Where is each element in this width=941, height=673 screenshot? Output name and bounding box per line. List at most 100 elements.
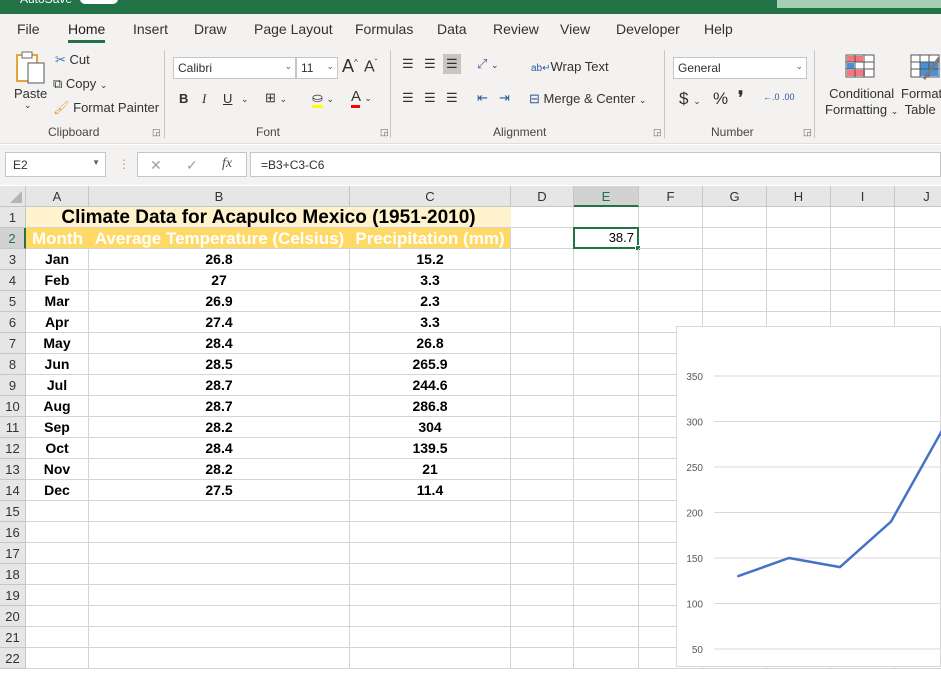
column-header-h[interactable]: H: [767, 186, 831, 207]
data-cell[interactable]: 3.3: [350, 270, 511, 291]
increase-indent-button[interactable]: ⇥: [499, 90, 510, 106]
data-cell[interactable]: Jul: [26, 375, 89, 396]
cell-e14[interactable]: [574, 480, 639, 501]
data-cell[interactable]: 28.2: [89, 459, 350, 480]
underline-button[interactable]: U: [223, 91, 232, 106]
cell-d8[interactable]: [511, 354, 574, 375]
cell-c21[interactable]: [350, 627, 511, 648]
percent-button[interactable]: %: [713, 89, 728, 109]
cell-e4[interactable]: [574, 270, 639, 291]
wrap-text-button[interactable]: ab↵Wrap Text: [531, 59, 609, 74]
cell-h2[interactable]: [767, 228, 831, 249]
cell-e1[interactable]: [574, 207, 639, 228]
cell-f3[interactable]: [639, 249, 703, 270]
data-cell[interactable]: 28.7: [89, 375, 350, 396]
cell-d18[interactable]: [511, 564, 574, 585]
number-format-combo[interactable]: General ⌄: [673, 57, 807, 79]
cell-e15[interactable]: [574, 501, 639, 522]
increase-font-size-button[interactable]: A^: [342, 56, 358, 77]
borders-button[interactable]: ⊞ ⌄: [265, 90, 287, 106]
cell-j3[interactable]: [895, 249, 941, 270]
cell-d4[interactable]: [511, 270, 574, 291]
tab-draw[interactable]: Draw: [194, 21, 227, 37]
cell-d11[interactable]: [511, 417, 574, 438]
cell-d13[interactable]: [511, 459, 574, 480]
cell-b19[interactable]: [89, 585, 350, 606]
name-box[interactable]: E2 ▼: [5, 152, 106, 177]
increase-decimal-button[interactable]: ←.0 .00: [763, 92, 795, 102]
top-align-button[interactable]: ☰: [402, 56, 414, 72]
cell-b20[interactable]: [89, 606, 350, 627]
cell-a17[interactable]: [26, 543, 89, 564]
data-cell[interactable]: Mar: [26, 291, 89, 312]
cell-a22[interactable]: [26, 648, 89, 669]
cell-e7[interactable]: [574, 333, 639, 354]
row-header-3[interactable]: 3: [0, 249, 26, 270]
alignment-launcher-icon[interactable]: ◲: [653, 127, 662, 138]
row-header-21[interactable]: 21: [0, 627, 26, 648]
cell-e5[interactable]: [574, 291, 639, 312]
row-header-7[interactable]: 7: [0, 333, 26, 354]
cancel-icon[interactable]: ✕: [150, 157, 162, 174]
data-point[interactable]: [839, 566, 841, 569]
data-cell[interactable]: 11.4: [350, 480, 511, 501]
cell-h4[interactable]: [767, 270, 831, 291]
align-left-button[interactable]: ☰: [402, 90, 414, 106]
cell-d1[interactable]: [511, 207, 574, 228]
data-cell[interactable]: 28.4: [89, 438, 350, 459]
data-cell[interactable]: Apr: [26, 312, 89, 333]
cell-d22[interactable]: [511, 648, 574, 669]
bottom-align-button[interactable]: ☰: [443, 54, 461, 74]
data-cell[interactable]: Feb: [26, 270, 89, 291]
row-header-19[interactable]: 19: [0, 585, 26, 606]
data-cell[interactable]: Jun: [26, 354, 89, 375]
font-color-button[interactable]: A ⌄: [351, 88, 372, 108]
cell-h3[interactable]: [767, 249, 831, 270]
column-header-e[interactable]: E: [574, 186, 639, 207]
cell-d2[interactable]: [511, 228, 574, 249]
row-header-9[interactable]: 9: [0, 375, 26, 396]
formula-input[interactable]: =B3+C3-C6: [250, 152, 941, 177]
align-center-button[interactable]: ☰: [424, 90, 436, 106]
fill-color-button[interactable]: ⛀ ⌄: [312, 90, 334, 108]
column-header-j[interactable]: J: [895, 186, 941, 207]
data-cell[interactable]: 244.6: [350, 375, 511, 396]
cell-b15[interactable]: [89, 501, 350, 522]
cell-i3[interactable]: [831, 249, 895, 270]
copy-button[interactable]: ⧉ Copy ⌄: [53, 76, 107, 92]
cell-e22[interactable]: [574, 648, 639, 669]
tab-file[interactable]: File: [17, 21, 40, 37]
cell-j2[interactable]: [895, 228, 941, 249]
row-header-16[interactable]: 16: [0, 522, 26, 543]
tab-data[interactable]: Data: [437, 21, 467, 37]
cell-e10[interactable]: [574, 396, 639, 417]
data-cell[interactable]: 21: [350, 459, 511, 480]
row-header-4[interactable]: 4: [0, 270, 26, 291]
drag-handle-icon[interactable]: ⋮: [118, 157, 130, 171]
row-header-17[interactable]: 17: [0, 543, 26, 564]
row-header-10[interactable]: 10: [0, 396, 26, 417]
row-header-20[interactable]: 20: [0, 606, 26, 627]
column-title-2[interactable]: Average Temperature (Celsius): [89, 228, 350, 249]
data-cell[interactable]: 28.2: [89, 417, 350, 438]
decrease-indent-button[interactable]: ⇤: [477, 90, 488, 106]
cell-d12[interactable]: [511, 438, 574, 459]
cell-e20[interactable]: [574, 606, 639, 627]
cell-c17[interactable]: [350, 543, 511, 564]
cell-i1[interactable]: [831, 207, 895, 228]
comma-style-button[interactable]: ❜: [738, 88, 743, 108]
cell-b22[interactable]: [89, 648, 350, 669]
column-header-c[interactable]: C: [350, 186, 511, 207]
cell-e12[interactable]: [574, 438, 639, 459]
data-cell[interactable]: 2.3: [350, 291, 511, 312]
align-right-button[interactable]: ☰: [446, 90, 458, 106]
cell-c19[interactable]: [350, 585, 511, 606]
data-cell[interactable]: 15.2: [350, 249, 511, 270]
cell-g1[interactable]: [703, 207, 767, 228]
paste-dropdown-icon[interactable]: ⌄: [24, 100, 32, 111]
tab-developer[interactable]: Developer: [616, 21, 680, 37]
cell-i5[interactable]: [831, 291, 895, 312]
cell-e13[interactable]: [574, 459, 639, 480]
row-header-2[interactable]: 2: [0, 228, 26, 249]
data-point[interactable]: [788, 557, 790, 559]
